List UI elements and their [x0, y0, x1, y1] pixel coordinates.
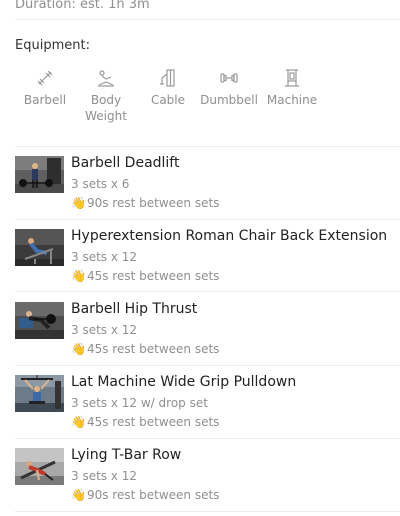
divider — [15, 219, 400, 220]
exercise-rest: 👋45s rest between sets — [71, 268, 219, 284]
rest-text: 45s rest between sets — [86, 342, 220, 356]
equipment-item-barbell: Barbell — [23, 68, 67, 108]
rest-text: 45s rest between sets — [86, 269, 220, 283]
equipment-label: Body Weight — [85, 93, 127, 123]
exercise-thumbnail — [15, 156, 64, 193]
equipment-item-machine: Machine — [266, 68, 318, 108]
equipment-label: Machine — [266, 93, 318, 107]
body-weight-icon — [96, 68, 116, 90]
workout-detail-screen: Duration: est. 1h 3m Equipment: Barbell — [0, 0, 400, 516]
cable-icon — [158, 68, 178, 90]
exercise-thumbnail — [15, 302, 64, 339]
exercise-sets: 3 sets x 12 — [71, 469, 138, 483]
divider — [15, 146, 400, 147]
exercise-item-barbell-deadlift[interactable]: Barbell Deadlift 3 sets x 6 👋90s rest be… — [15, 155, 400, 216]
exercise-item-lying-t-bar-row[interactable]: Lying T-Bar Row 3 sets x 12 👋90s rest be… — [15, 447, 400, 508]
equipment-list: Barbell Body Weight Cable Dumbbell Machi… — [18, 68, 398, 124]
equipment-item-dumbbell: Dumbbell — [200, 68, 258, 108]
waving-hand-icon: 👋 — [71, 488, 86, 502]
machine-icon — [282, 68, 302, 90]
equipment-title: Equipment: — [15, 38, 90, 53]
divider — [15, 291, 400, 292]
barbell-icon — [35, 68, 55, 90]
waving-hand-icon: 👋 — [71, 415, 86, 429]
exercise-rest: 👋45s rest between sets — [71, 414, 219, 430]
duration-text: Duration: est. 1h 3m — [15, 0, 150, 12]
dumbbell-icon — [219, 68, 239, 90]
rest-text: 45s rest between sets — [86, 415, 220, 429]
exercise-thumbnail — [15, 375, 64, 412]
equipment-label: Dumbbell — [200, 93, 258, 107]
waving-hand-icon: 👋 — [71, 342, 86, 356]
exercise-rest: 👋90s rest between sets — [71, 195, 219, 211]
rest-text: 90s rest between sets — [86, 488, 220, 502]
exercise-name: Barbell Hip Thrust — [71, 301, 198, 317]
exercise-name: Lat Machine Wide Grip Pulldown — [71, 374, 297, 390]
exercise-name: Lying T-Bar Row — [71, 447, 182, 463]
exercise-name: Barbell Deadlift — [71, 155, 180, 171]
exercise-sets: 3 sets x 12 — [71, 323, 138, 337]
equipment-item-body-weight: Body Weight — [84, 68, 128, 124]
divider — [15, 438, 400, 439]
exercise-rest: 👋90s rest between sets — [71, 487, 219, 503]
rest-text: 90s rest between sets — [86, 196, 220, 210]
exercise-sets: 3 sets x 12 — [71, 250, 138, 264]
waving-hand-icon: 👋 — [71, 196, 86, 210]
equipment-label: Barbell — [23, 93, 67, 107]
exercise-item-hyperextension[interactable]: Hyperextension Roman Chair Back Extensio… — [15, 228, 400, 289]
exercise-rest: 👋45s rest between sets — [71, 341, 219, 357]
waving-hand-icon: 👋 — [71, 269, 86, 283]
equipment-item-cable: Cable — [148, 68, 188, 108]
exercise-sets: 3 sets x 6 — [71, 177, 130, 191]
exercise-thumbnail — [15, 229, 64, 266]
exercise-name: Hyperextension Roman Chair Back Extensio… — [71, 228, 388, 244]
divider — [15, 19, 400, 20]
equipment-label: Cable — [150, 93, 186, 107]
exercise-sets: 3 sets x 12 w/ drop set — [71, 396, 208, 410]
exercise-item-barbell-hip-thrust[interactable]: Barbell Hip Thrust 3 sets x 12 👋45s rest… — [15, 301, 400, 362]
divider — [15, 511, 400, 512]
exercise-thumbnail — [15, 448, 64, 485]
exercise-item-lat-pulldown[interactable]: Lat Machine Wide Grip Pulldown 3 sets x … — [15, 374, 400, 435]
divider — [15, 365, 400, 366]
